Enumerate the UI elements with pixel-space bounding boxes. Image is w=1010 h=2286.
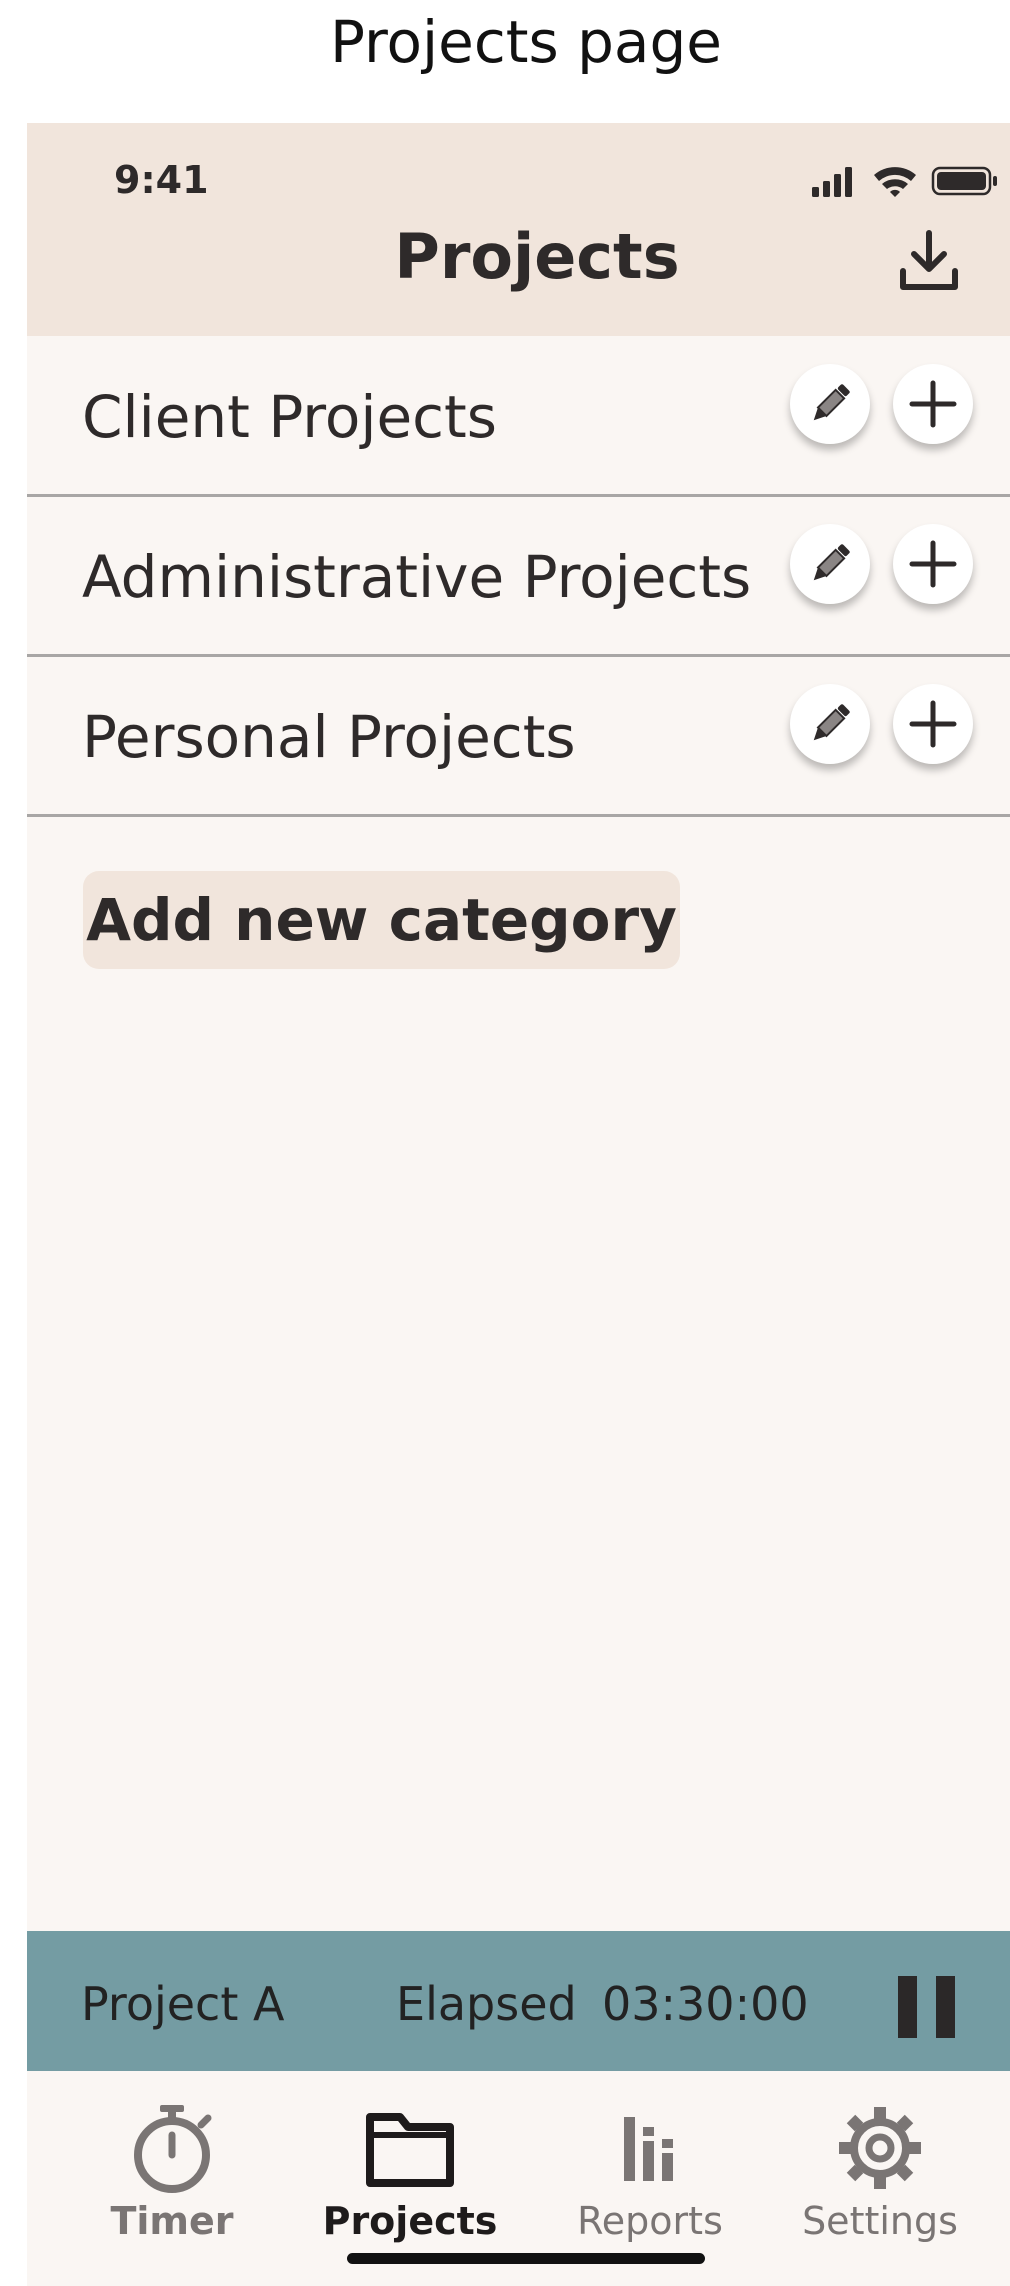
status-icons: [812, 165, 1010, 197]
running-timer-bar[interactable]: Project A Elapsed 03:30:00: [27, 1931, 1010, 2071]
edit-button[interactable]: [790, 684, 870, 764]
elapsed-label: Elapsed: [396, 1977, 577, 2031]
page-caption: Projects page: [330, 8, 722, 76]
tab-settings[interactable]: Settings: [780, 2091, 980, 2251]
plus-icon: [909, 700, 957, 748]
bar-chart-icon: [600, 2103, 700, 2193]
tab-label: Reports: [577, 2199, 723, 2243]
home-indicator: [347, 2253, 705, 2264]
tab-label: Projects: [322, 2199, 498, 2243]
phone-screen: 9:41 Projects Client Projects Administra…: [27, 123, 1010, 2286]
plus-icon: [909, 380, 957, 428]
wifi-icon: [874, 167, 916, 197]
tab-reports[interactable]: Reports: [550, 2091, 750, 2251]
pause-button[interactable]: [898, 1976, 955, 2038]
tab-label: Settings: [802, 2199, 958, 2243]
download-button[interactable]: [895, 227, 963, 295]
edit-button[interactable]: [790, 524, 870, 604]
edit-button[interactable]: [790, 364, 870, 444]
add-project-button[interactable]: [893, 684, 973, 764]
elapsed-time: 03:30:00: [602, 1977, 809, 2031]
download-icon: [900, 230, 958, 290]
folder-icon: [360, 2103, 460, 2193]
timer-project-name: Project A: [81, 1977, 285, 2031]
add-project-button[interactable]: [893, 524, 973, 604]
category-label: Personal Projects: [82, 703, 576, 771]
pencil-icon: [813, 704, 850, 741]
plus-icon: [909, 540, 957, 588]
app-header: 9:41 Projects: [27, 123, 1010, 336]
gear-icon: [830, 2103, 930, 2193]
category-row[interactable]: Administrative Projects: [27, 496, 1010, 657]
pencil-icon: [813, 544, 850, 581]
tab-timer[interactable]: Timer: [72, 2091, 272, 2251]
category-row[interactable]: Client Projects: [27, 336, 1010, 497]
page-title: Projects: [394, 220, 680, 293]
category-row[interactable]: Personal Projects: [27, 656, 1010, 817]
signal-icon: [812, 167, 852, 197]
add-category-button[interactable]: Add new category: [83, 871, 680, 969]
tab-projects[interactable]: Projects: [310, 2091, 510, 2251]
category-label: Administrative Projects: [82, 543, 752, 611]
pencil-icon: [813, 384, 850, 421]
category-label: Client Projects: [82, 383, 498, 451]
status-time: 9:41: [114, 158, 209, 202]
tab-label: Timer: [110, 2199, 234, 2243]
stopwatch-icon: [122, 2103, 222, 2193]
add-project-button[interactable]: [893, 364, 973, 444]
pause-icon: [898, 1976, 917, 2038]
battery-icon: [931, 166, 997, 196]
